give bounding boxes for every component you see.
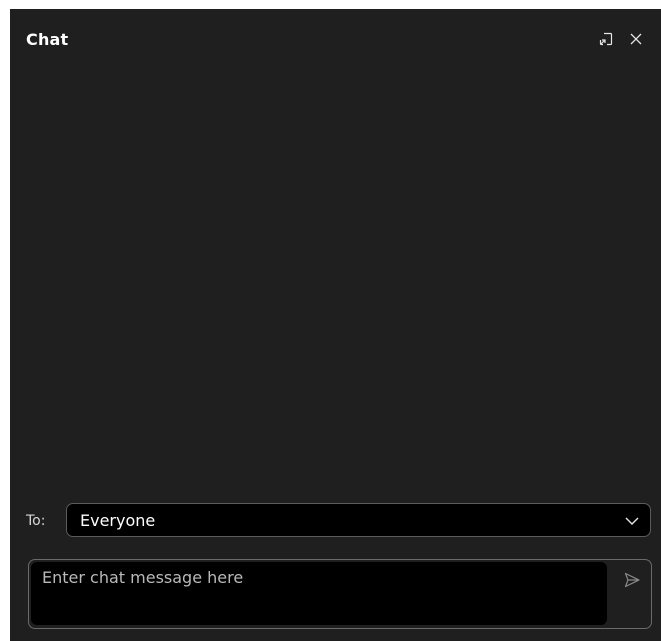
chat-message-input[interactable]: [31, 562, 607, 625]
recipient-selected-value: Everyone: [80, 511, 156, 530]
recipient-row: To: Everyone: [10, 503, 661, 539]
recipient-dropdown[interactable]: Everyone: [66, 503, 651, 537]
close-icon[interactable]: [626, 29, 646, 49]
chat-title: Chat: [26, 30, 69, 49]
send-icon[interactable]: [621, 569, 643, 591]
chevron-down-icon: [625, 517, 639, 525]
recipient-label: To:: [26, 513, 46, 529]
message-composer: [28, 559, 652, 629]
popout-icon[interactable]: [596, 29, 616, 49]
chat-panel: Chat To: Everyone: [10, 9, 661, 641]
